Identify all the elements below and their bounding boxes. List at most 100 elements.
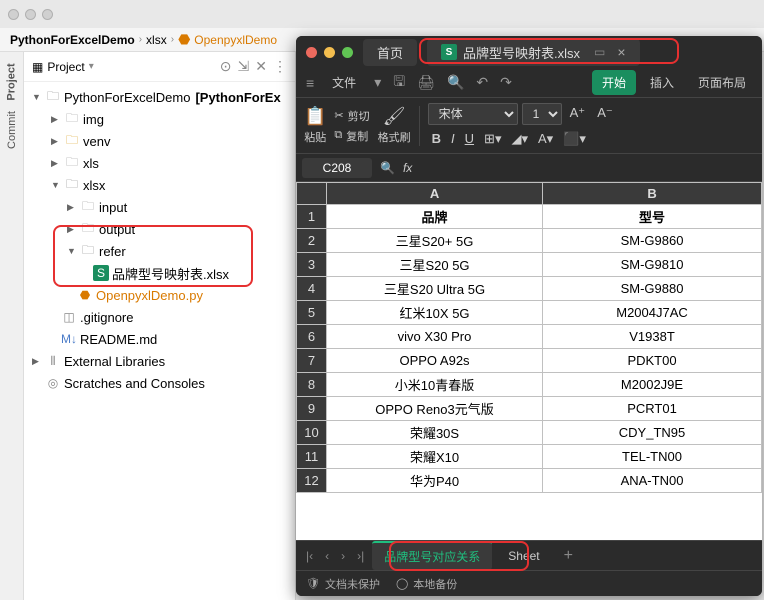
increase-font-icon[interactable]: A⁺: [566, 103, 590, 125]
cell[interactable]: 三星S20 5G: [327, 253, 543, 277]
select-all-corner[interactable]: [297, 183, 327, 205]
sheet-nav-last-icon[interactable]: ›|: [353, 549, 368, 563]
save-icon[interactable]: 🖫: [389, 71, 409, 95]
row-header[interactable]: 7: [297, 349, 327, 373]
tree-file-py[interactable]: ⬣OpenpyxlDemo.py: [24, 284, 295, 306]
tree-folder-refer[interactable]: ▼🗀refer: [24, 240, 295, 262]
tab-commit[interactable]: Commit: [6, 111, 18, 149]
tab-file[interactable]: S 品牌型号映射表.xlsx ▭ ×: [427, 39, 640, 66]
cell-reference[interactable]: C208: [302, 158, 372, 178]
tree-file-xlsx[interactable]: S品牌型号映射表.xlsx: [24, 262, 295, 284]
row-header[interactable]: 2: [297, 229, 327, 253]
maximize-icon[interactable]: [342, 47, 353, 58]
cell[interactable]: 品牌: [327, 205, 543, 229]
italic-button[interactable]: I: [447, 129, 459, 149]
cell[interactable]: V1938T: [543, 325, 762, 349]
app-menu-icon[interactable]: ≡: [302, 75, 318, 91]
undo-icon[interactable]: ↶: [472, 74, 492, 91]
spreadsheet-grid[interactable]: A B 1品牌型号2三星S20+ 5GSM-G98603三星S20 5GSM-G…: [296, 182, 762, 540]
select-opened-icon[interactable]: ⊙: [220, 58, 232, 75]
cell[interactable]: SM-G9880: [543, 277, 762, 301]
zoom-icon[interactable]: 🔍: [380, 161, 395, 175]
tree-folder-output[interactable]: ▶🗀output: [24, 218, 295, 240]
highlight-button[interactable]: ⬛▾: [559, 129, 590, 149]
row-header[interactable]: 11: [297, 445, 327, 469]
tree-root[interactable]: ▼🗀PythonForExcelDemo [PythonForEx: [24, 86, 295, 108]
fill-color-button[interactable]: ◢▾: [507, 129, 532, 149]
tree-folder-xls[interactable]: ▶🗀xls: [24, 152, 295, 174]
minimize-icon[interactable]: [25, 9, 36, 20]
cell[interactable]: 红米10X 5G: [327, 301, 543, 325]
cell[interactable]: CDY_TN95: [543, 421, 762, 445]
dock-icon[interactable]: ▭: [594, 45, 605, 59]
preview-icon[interactable]: 🔍: [443, 74, 468, 91]
menu-insert[interactable]: 插入: [640, 70, 684, 95]
cut-button[interactable]: ✂剪切: [334, 108, 369, 124]
cell[interactable]: M2004J7AC: [543, 301, 762, 325]
settings-icon[interactable]: ⋮: [273, 58, 287, 75]
row-header[interactable]: 6: [297, 325, 327, 349]
tree-scratches[interactable]: ◎Scratches and Consoles: [24, 372, 295, 394]
tab-home[interactable]: 首页: [363, 39, 417, 66]
cell[interactable]: ANA-TN00: [543, 469, 762, 493]
format-painter-button[interactable]: 🖌 格式刷: [378, 106, 411, 145]
row-header[interactable]: 1: [297, 205, 327, 229]
collapse-icon[interactable]: ✕: [255, 58, 267, 75]
close-icon[interactable]: [8, 9, 19, 20]
cell[interactable]: M2002J9E: [543, 373, 762, 397]
sheet-nav-next-icon[interactable]: ›: [337, 549, 349, 563]
column-header-b[interactable]: B: [543, 183, 762, 205]
minimize-icon[interactable]: [324, 47, 335, 58]
row-header[interactable]: 9: [297, 397, 327, 421]
cell[interactable]: 荣耀X10: [327, 445, 543, 469]
tab-project[interactable]: Project: [6, 63, 18, 100]
breadcrumb-root[interactable]: PythonForExcelDemo: [10, 33, 135, 47]
row-header[interactable]: 8: [297, 373, 327, 397]
copy-button[interactable]: ⧉复制: [334, 128, 369, 144]
close-icon[interactable]: [306, 47, 317, 58]
underline-button[interactable]: U: [461, 129, 478, 149]
border-button[interactable]: ⊞▾: [480, 129, 505, 149]
row-header[interactable]: 10: [297, 421, 327, 445]
chevron-down-icon[interactable]: ▾: [89, 61, 94, 72]
paste-button[interactable]: 📋 粘贴: [304, 106, 326, 145]
cell[interactable]: OPPO A92s: [327, 349, 543, 373]
sheet-tab-active[interactable]: 品牌型号对应关系: [372, 541, 492, 570]
cell[interactable]: SM-G9860: [543, 229, 762, 253]
column-header-a[interactable]: A: [327, 183, 543, 205]
breadcrumb-folder[interactable]: xlsx: [146, 33, 167, 47]
print-icon[interactable]: 🖨: [413, 74, 439, 91]
tree-file-gitignore[interactable]: ◫.gitignore: [24, 306, 295, 328]
cell[interactable]: 三星S20 Ultra 5G: [327, 277, 543, 301]
menu-start[interactable]: 开始: [592, 70, 636, 95]
cell[interactable]: 三星S20+ 5G: [327, 229, 543, 253]
row-header[interactable]: 5: [297, 301, 327, 325]
font-select[interactable]: 宋体: [428, 103, 518, 125]
bold-button[interactable]: B: [428, 129, 445, 149]
breadcrumb-file[interactable]: OpenpyxlDemo: [194, 33, 277, 47]
tree-external-libraries[interactable]: ▶⫴External Libraries: [24, 350, 295, 372]
decrease-font-icon[interactable]: A⁻: [593, 103, 617, 125]
tree-folder-input[interactable]: ▶🗀input: [24, 196, 295, 218]
row-header[interactable]: 4: [297, 277, 327, 301]
chevron-down-icon[interactable]: ▾: [370, 74, 385, 91]
cell[interactable]: OPPO Reno3元气版: [327, 397, 543, 421]
cell[interactable]: 荣耀30S: [327, 421, 543, 445]
add-sheet-button[interactable]: +: [556, 547, 581, 565]
sheet-nav-prev-icon[interactable]: ‹: [321, 549, 333, 563]
sheet-nav-first-icon[interactable]: |‹: [302, 549, 317, 563]
cell[interactable]: vivo X30 Pro: [327, 325, 543, 349]
tree-folder-img[interactable]: ▶🗀img: [24, 108, 295, 130]
cell[interactable]: PCRT01: [543, 397, 762, 421]
maximize-icon[interactable]: [42, 9, 53, 20]
cell[interactable]: 小米10青春版: [327, 373, 543, 397]
tree-folder-xlsx[interactable]: ▼🗀xlsx: [24, 174, 295, 196]
cell[interactable]: PDKT00: [543, 349, 762, 373]
font-size-select[interactable]: 11: [522, 103, 562, 125]
cell[interactable]: TEL-TN00: [543, 445, 762, 469]
row-header[interactable]: 12: [297, 469, 327, 493]
tree-file-readme[interactable]: M↓README.md: [24, 328, 295, 350]
close-tab-icon[interactable]: ×: [617, 44, 625, 60]
redo-icon[interactable]: ↷: [496, 74, 516, 91]
cell[interactable]: 型号: [543, 205, 762, 229]
